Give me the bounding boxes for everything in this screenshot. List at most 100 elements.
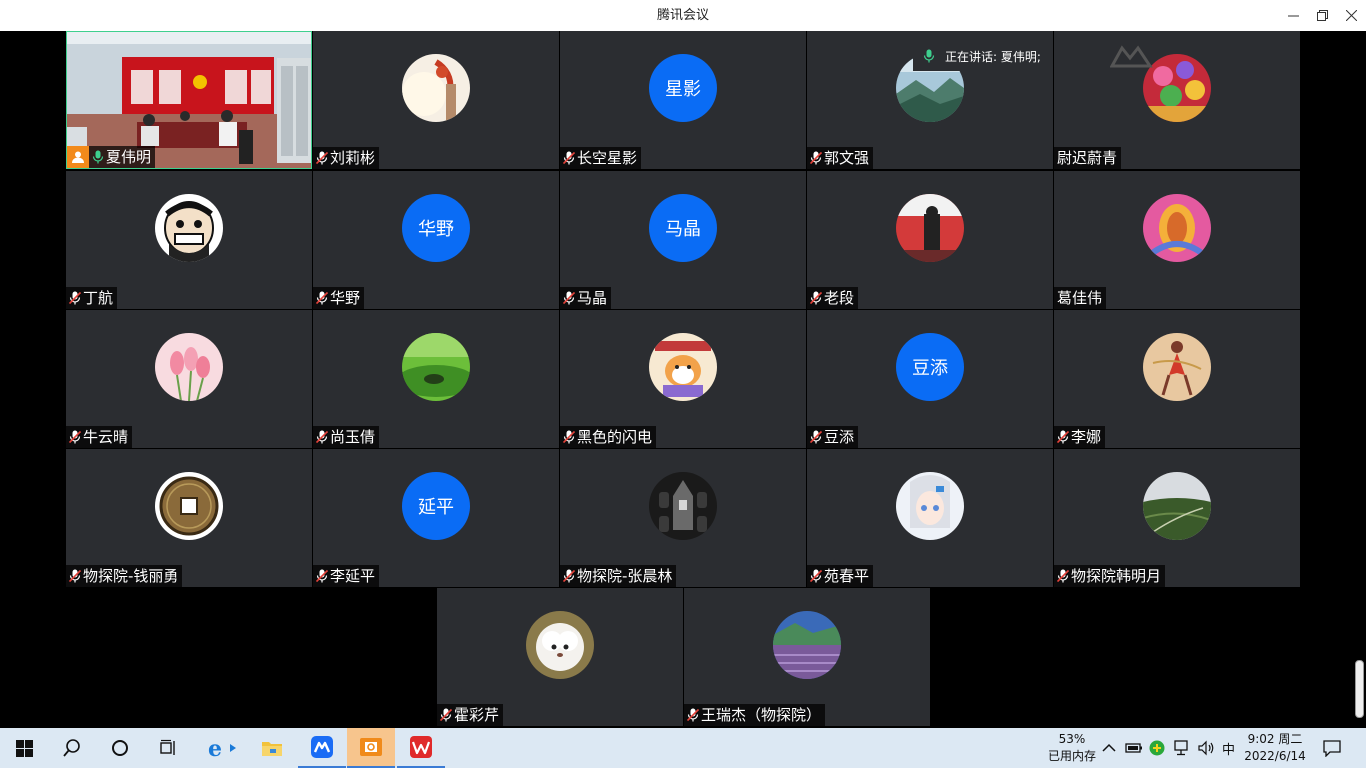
cortana-icon (112, 740, 128, 756)
participant-tile[interactable]: 马晶 马晶 (560, 171, 806, 309)
memory-usage[interactable]: 53% 已用内存 (1046, 731, 1098, 765)
taskbar-app-wps[interactable] (397, 728, 445, 768)
task-view-icon (160, 739, 175, 755)
participant-name: 黑色的闪电 (577, 428, 653, 446)
mic-muted-icon (316, 569, 328, 583)
search-button[interactable] (48, 728, 96, 768)
participant-name: 霍彩芹 (454, 706, 500, 724)
start-button[interactable] (0, 728, 48, 768)
participant-avatar (896, 472, 964, 540)
participant-tile[interactable]: 葛佳伟 (1054, 171, 1300, 309)
participant-avatar (155, 194, 223, 262)
participant-name-tag: 黑色的闪电 (560, 426, 657, 448)
mic-muted-icon (69, 430, 81, 444)
memory-percent: 53% (1058, 732, 1086, 746)
participant-name: 物探院-张晨林 (577, 567, 673, 585)
participant-name: 长空星影 (577, 149, 638, 167)
participant-name: 夏伟明 (106, 148, 152, 166)
host-badge (67, 146, 89, 168)
mic-muted-icon (563, 569, 575, 583)
participant-name-tag: 苑春平 (807, 565, 874, 587)
participant-avatar (649, 333, 717, 401)
restore-icon (1316, 10, 1328, 21)
mic-on-icon (923, 49, 935, 63)
taskbar-clock[interactable]: 9:02 周二 2022/6/14 (1242, 731, 1308, 765)
mic-muted-icon (440, 708, 452, 722)
participant-tile[interactable]: 豆添 豆添 (807, 310, 1053, 448)
clock-time: 9:02 周二 (1247, 732, 1303, 746)
taskbar-app-explorer[interactable] (248, 728, 296, 768)
participant-tile[interactable]: 丁航 (66, 171, 312, 309)
scrollbar[interactable] (1355, 660, 1364, 718)
participant-name-tag: 老段 (807, 287, 859, 309)
participant-tile[interactable]: 老段 (807, 171, 1053, 309)
tencent-meeting-logo-icon (1110, 45, 1153, 68)
participant-name: 物探院韩明月 (1071, 567, 1162, 585)
participant-name-tag: 夏伟明 (67, 146, 156, 168)
mic-muted-icon (810, 291, 822, 305)
taskbar-app-mail[interactable] (347, 728, 395, 768)
participant-avatar: 华野 (402, 194, 470, 262)
taskbar-app-ie[interactable]: e (198, 728, 246, 768)
participant-avatar (649, 472, 717, 540)
tray-network[interactable] (1172, 728, 1190, 768)
mic-muted-icon (1057, 569, 1069, 583)
participant-name: 苑春平 (824, 567, 870, 585)
participant-name-tag: 豆添 (807, 426, 859, 448)
participant-tile[interactable]: 黑色的闪电 (560, 310, 806, 448)
close-button[interactable] (1334, 0, 1366, 31)
participant-tile[interactable]: 刘莉彬 (313, 31, 559, 169)
mic-muted-icon (1057, 430, 1069, 444)
participant-name-tag: 物探院-张晨林 (560, 565, 677, 587)
wps-icon (410, 736, 432, 758)
tray-volume[interactable] (1197, 728, 1215, 768)
participant-tile[interactable]: 霍彩芹 (437, 588, 683, 726)
participant-tile[interactable]: 物探院-钱丽勇 (66, 449, 312, 587)
input-method-indicator[interactable]: 中 (1222, 728, 1235, 768)
participant-tile[interactable]: 牛云晴 (66, 310, 312, 448)
participant-name-tag: 葛佳伟 (1054, 287, 1107, 309)
task-view-button[interactable] (144, 728, 192, 768)
tray-battery[interactable] (1125, 728, 1143, 768)
participant-tile[interactable]: 延平 李延平 (313, 449, 559, 587)
participant-name: 华野 (330, 289, 361, 307)
participant-tile[interactable]: 尚玉倩 (313, 310, 559, 448)
participant-tile[interactable]: 苑春平 (807, 449, 1053, 587)
participant-avatar: 延平 (402, 472, 470, 540)
participant-avatar (1143, 194, 1211, 262)
participant-tile[interactable]: 王瑞杰（物探院） (684, 588, 930, 726)
show-hidden-icons-button[interactable] (1102, 728, 1116, 768)
minimize-icon (1287, 15, 1299, 17)
mail-app-icon (360, 738, 382, 756)
window-title: 腾讯会议 (656, 8, 709, 23)
participant-tile[interactable]: 物探院-张晨林 (560, 449, 806, 587)
mic-muted-icon (810, 430, 822, 444)
participant-tile[interactable]: 物探院韩明月 (1054, 449, 1300, 587)
participant-tile[interactable]: 尉迟蔚青 (1054, 31, 1300, 169)
mic-muted-icon (563, 151, 575, 165)
participant-tile[interactable]: 星影 长空星影 (560, 31, 806, 169)
tencent-meeting-icon (311, 736, 333, 758)
action-center-button[interactable] (1322, 728, 1342, 768)
tray-security[interactable] (1149, 728, 1165, 768)
participant-name: 李延平 (330, 567, 376, 585)
participant-name-tag: 李娜 (1054, 426, 1106, 448)
participant-name: 老段 (824, 289, 855, 307)
mic-muted-icon (687, 708, 699, 722)
close-icon (1345, 10, 1357, 21)
clock-date: 2022/6/14 (1244, 749, 1306, 763)
mic-muted-icon (563, 430, 575, 444)
participant-tile[interactable]: 华野 华野 (313, 171, 559, 309)
network-icon (1174, 740, 1188, 756)
participant-name: 葛佳伟 (1057, 289, 1103, 307)
taskbar-app-tencent-meeting[interactable] (298, 728, 346, 768)
mic-muted-icon (69, 569, 81, 583)
notification-icon (1323, 740, 1341, 757)
participant-name-tag: 尉迟蔚青 (1054, 147, 1122, 169)
participant-avatar: 马晶 (649, 194, 717, 262)
participant-tile[interactable]: 李娜 (1054, 310, 1300, 448)
cortana-button[interactable] (96, 728, 144, 768)
participant-name-tag: 牛云晴 (66, 426, 133, 448)
participant-tile[interactable]: 夏伟明 (66, 31, 312, 169)
participant-name: 刘莉彬 (330, 149, 376, 167)
